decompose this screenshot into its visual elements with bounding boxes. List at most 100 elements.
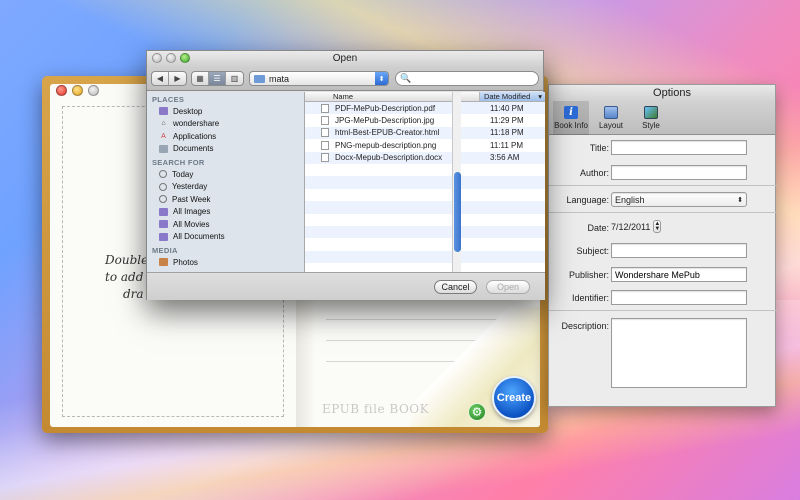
empty-row (305, 164, 545, 176)
open-button[interactable]: Open (486, 280, 530, 294)
list-item[interactable]: PNG-mepub-description.png 11:11 PM (305, 139, 545, 151)
close-icon[interactable] (56, 85, 67, 96)
location-popup[interactable]: mata ⬍ (249, 71, 389, 86)
identifier-field[interactable] (611, 290, 747, 305)
style-icon (644, 106, 658, 119)
identifier-label: Identifier: (571, 293, 609, 303)
scroll-thumb[interactable] (454, 172, 461, 252)
close-icon[interactable] (152, 53, 162, 63)
search-icon: 🔍 (400, 73, 412, 83)
separator (549, 212, 777, 213)
chevron-updown-icon: ⬍ (737, 196, 743, 204)
empty-row (305, 225, 545, 239)
sidebar-item-past-week[interactable]: Past Week (147, 193, 304, 206)
sidebar-item-today[interactable]: Today (147, 168, 304, 181)
sidebar-header-places: PLACES (152, 95, 185, 104)
list-item[interactable]: PDF-MePub-Description.pdf 11:40 PM (305, 102, 545, 115)
author-field[interactable] (611, 165, 747, 180)
clock-icon (159, 195, 167, 204)
empty-row (305, 250, 545, 264)
tab-book-info[interactable]: i Book Info (553, 101, 589, 135)
description-field[interactable] (611, 318, 747, 388)
sidebar-header-search: SEARCH FOR (152, 158, 205, 167)
subject-field[interactable] (611, 243, 747, 258)
list-item[interactable]: Docx-Mepub-Description.docx 3:56 AM (305, 151, 545, 164)
gear-icon[interactable]: ⚙ (468, 403, 486, 421)
separator (549, 185, 777, 186)
minimize-icon[interactable] (72, 85, 83, 96)
language-select[interactable]: English ⬍ (611, 192, 747, 207)
publisher-field[interactable] (611, 267, 747, 282)
book-window-controls (56, 85, 99, 96)
list-item[interactable]: html-Best-EPUB-Creator.html 11:18 PM (305, 126, 545, 140)
options-title: Options (549, 85, 775, 101)
view-switcher: ▦ ☰ ▥ (191, 71, 244, 86)
date-stepper[interactable]: ▲ ▼ (653, 220, 662, 233)
file-icon (321, 153, 329, 163)
clock-icon (159, 182, 167, 191)
epub-watermark: EPUB file BOOK (322, 402, 430, 416)
search-input[interactable]: 🔍 (395, 71, 539, 86)
sidebar-item-all-images[interactable]: All Images (147, 206, 304, 219)
create-button[interactable]: Create (492, 376, 536, 420)
options-panel: Options i Book Info Layout Style Title: … (548, 84, 777, 407)
icon-view-icon[interactable]: ▦ (192, 72, 209, 85)
zoom-icon[interactable] (180, 53, 190, 63)
empty-row (305, 214, 545, 226)
list-item[interactable]: JPG-MePub-Description.jpg 11:29 PM (305, 114, 545, 126)
subject-label: Subject: (576, 246, 609, 256)
sidebar-item-applications[interactable]: A Applications (147, 130, 304, 143)
back-icon[interactable]: ◀ (152, 72, 169, 85)
publisher-label: Publisher: (568, 270, 609, 280)
list-view-icon[interactable]: ☰ (209, 72, 226, 85)
empty-row (305, 263, 545, 272)
title-label: Title: (589, 143, 609, 153)
title-field[interactable] (611, 140, 747, 155)
clock-icon (159, 170, 167, 179)
minimize-icon[interactable] (166, 53, 176, 63)
open-dialog-titlebar: Open (147, 51, 543, 67)
zoom-icon[interactable] (88, 85, 99, 96)
applications-icon: A (161, 132, 166, 140)
cancel-button[interactable]: Cancel (434, 280, 477, 294)
smart-folder-icon (159, 220, 168, 229)
dialog-toolbar: ◀ ▶ ▦ ☰ ▥ mata ⬍ 🔍 (147, 67, 543, 91)
column-date-modified[interactable]: Date Modified ▾ (480, 92, 545, 101)
forward-icon[interactable]: ▶ (169, 72, 186, 85)
chevron-updown-icon: ⬍ (375, 72, 388, 85)
smart-folder-icon (159, 207, 168, 216)
file-list: Name Date Modified ▾ PDF-MePub-Descripti… (305, 92, 545, 272)
tab-layout[interactable]: Layout (593, 101, 629, 135)
file-icon (321, 128, 329, 138)
sidebar-item-all-movies[interactable]: All Movies (147, 218, 304, 231)
dialog-button-bar: Cancel Open (147, 272, 545, 300)
documents-icon (159, 144, 168, 153)
sidebar-item-photos[interactable]: Photos (147, 256, 304, 269)
column-view-icon[interactable]: ▥ (226, 72, 243, 85)
dialog-title: Open (332, 53, 358, 64)
sidebar-item-yesterday[interactable]: Yesterday (147, 181, 304, 194)
desktop-icon (159, 107, 168, 116)
sidebar-item-all-documents[interactable]: All Documents (147, 231, 304, 244)
language-label: Language: (566, 195, 609, 205)
sidebar-item-documents[interactable]: Documents (147, 143, 304, 156)
home-icon: ⌂ (161, 120, 166, 128)
empty-row (305, 201, 545, 214)
sidebar-item-wondershare[interactable]: ⌂ wondershare (147, 118, 304, 131)
sidebar-item-desktop[interactable]: Desktop (147, 105, 304, 118)
empty-row (305, 238, 545, 250)
tab-style[interactable]: Style (633, 101, 669, 135)
sort-down-icon: ▾ (538, 92, 542, 101)
file-icon (321, 116, 329, 126)
sidebar-scrollbar[interactable] (452, 92, 461, 272)
dialog-sidebar: PLACES Desktop ⌂ wondershare A Application… (147, 92, 305, 272)
date-field[interactable]: 7/12/2011 ▲ ▼ (611, 220, 662, 233)
description-label: Description: (561, 321, 609, 331)
file-icon (321, 140, 329, 150)
file-icon (321, 103, 329, 113)
smart-folder-icon (159, 232, 168, 241)
separator (549, 310, 777, 311)
folder-icon (254, 74, 265, 83)
open-dialog: Open ◀ ▶ ▦ ☰ ▥ mata ⬍ 🔍 PLACES Desktop ⌂… (146, 50, 545, 300)
date-label: Date: (587, 223, 609, 233)
